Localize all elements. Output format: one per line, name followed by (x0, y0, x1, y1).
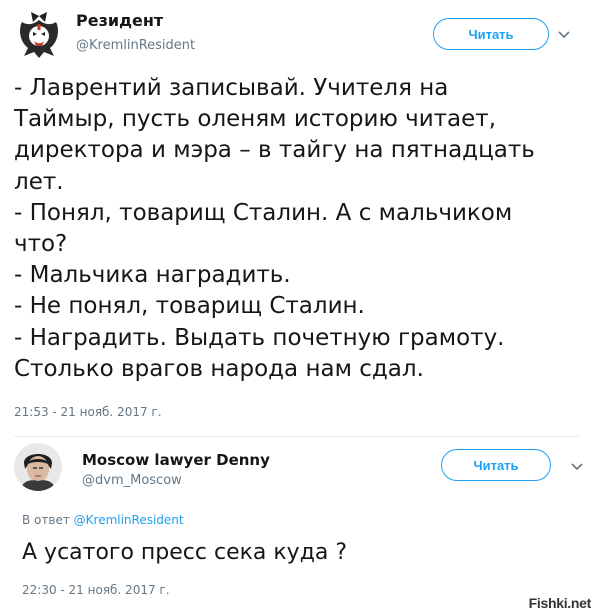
tweet-main: Резидент @KremlinResident Читать - Лавре… (0, 0, 594, 430)
reply-prefix: В ответ (22, 513, 70, 527)
tweet-timestamp[interactable]: 22:30 - 21 нояб. 2017 г. (22, 583, 170, 597)
reply-context: В ответ @KremlinResident (22, 513, 184, 527)
follow-button[interactable]: Читать (433, 18, 549, 50)
tweet-reply: Moscow lawyer Denny @dvm_Moscow Читать В… (0, 437, 594, 613)
author-handle[interactable]: @KremlinResident (76, 38, 195, 53)
tweet-text: А усатого пресс сека куда ? (22, 540, 348, 565)
chevron-down-icon[interactable] (556, 27, 572, 43)
tweet-text: - Лаврентий записывай. Учителя на Таймыр… (14, 75, 535, 382)
chevron-down-icon[interactable] (569, 459, 585, 475)
follow-button[interactable]: Читать (441, 449, 551, 481)
author-name[interactable]: Резидент (76, 11, 163, 30)
tweet-timestamp[interactable]: 21:53 - 21 нояб. 2017 г. (14, 405, 162, 419)
emblem-avatar-icon (20, 12, 58, 58)
watermark: Fishki.net (528, 595, 592, 611)
reply-handle-link[interactable]: @KremlinResident (74, 513, 184, 527)
author-handle[interactable]: @dvm_Moscow (82, 473, 182, 488)
author-name[interactable]: Moscow lawyer Denny (82, 451, 270, 469)
avatar[interactable] (14, 443, 62, 491)
avatar[interactable] (14, 10, 64, 60)
user-photo-icon (14, 443, 62, 491)
